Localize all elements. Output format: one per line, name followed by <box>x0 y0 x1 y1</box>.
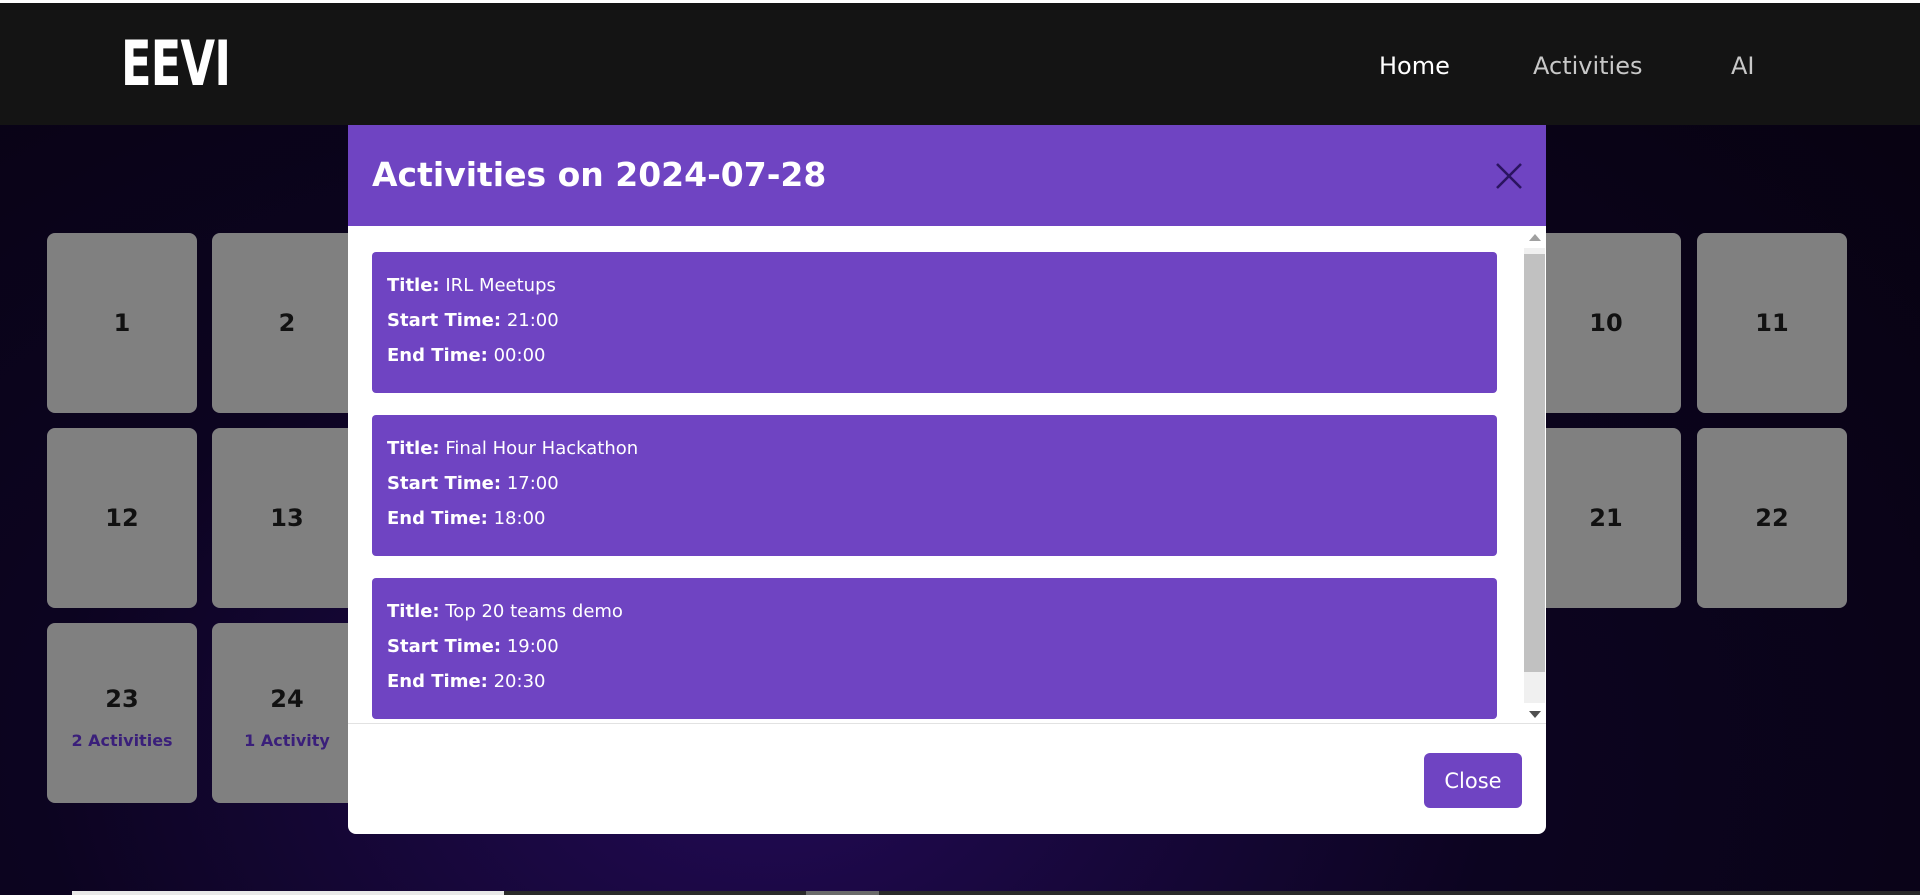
end-time-label: End Time: <box>387 508 488 529</box>
activity-card: Title: Top 20 teams demo Start Time: 19:… <box>372 578 1497 719</box>
horizontal-scrollbar-left <box>72 891 504 895</box>
calendar-day-tile[interactable]: 24 1 Activity <box>212 623 362 803</box>
end-time-label: End Time: <box>387 671 488 692</box>
day-number: 11 <box>1755 309 1789 337</box>
close-icon[interactable] <box>1494 161 1524 191</box>
scroll-down-arrow-icon[interactable] <box>1529 711 1541 718</box>
day-number: 24 <box>270 684 304 713</box>
calendar-day-tile[interactable]: 2 <box>212 233 362 413</box>
activities-modal: Activities on 2024-07-28 Title: IRL Meet… <box>348 125 1546 834</box>
page: EEVI Home Activities AI 1 2 10 11 12 13 … <box>0 0 1920 895</box>
title-label: Title: <box>387 438 440 459</box>
activity-title: IRL Meetups <box>445 275 556 296</box>
logo[interactable]: EEVI <box>121 31 231 97</box>
day-number: 22 <box>1755 504 1789 532</box>
calendar-day-tile[interactable]: 1 <box>47 233 197 413</box>
activity-end-row: End Time: 20:30 <box>387 670 545 694</box>
end-time-label: End Time: <box>387 345 488 366</box>
activity-card: Title: Final Hour Hackathon Start Time: … <box>372 415 1497 556</box>
activity-end-time: 18:00 <box>493 508 546 529</box>
modal-footer-divider <box>348 723 1546 724</box>
horizontal-scrollbar-thumb[interactable] <box>806 891 879 895</box>
modal-header: Activities on 2024-07-28 <box>348 125 1546 226</box>
calendar-day-tile[interactable]: 10 <box>1531 233 1681 413</box>
activity-count: 2 Activities <box>71 730 173 750</box>
day-number: 10 <box>1589 309 1623 337</box>
activity-start-row: Start Time: 21:00 <box>387 309 559 333</box>
calendar-day-tile[interactable]: 22 <box>1697 428 1847 608</box>
calendar-day-tile[interactable]: 12 <box>47 428 197 608</box>
activity-title-row: Title: IRL Meetups <box>387 274 556 298</box>
activity-start-row: Start Time: 19:00 <box>387 635 559 659</box>
calendar-day-tile[interactable]: 23 2 Activities <box>47 623 197 803</box>
start-time-label: Start Time: <box>387 473 502 494</box>
day-number: 12 <box>105 504 139 532</box>
activity-title-row: Title: Top 20 teams demo <box>387 600 623 624</box>
day-number: 13 <box>270 504 304 532</box>
activity-end-time: 00:00 <box>493 345 546 366</box>
start-time-label: Start Time: <box>387 310 502 331</box>
activity-count: 1 Activity <box>244 730 330 750</box>
close-button[interactable]: Close <box>1424 753 1522 808</box>
modal-scrollbar[interactable] <box>1521 230 1546 723</box>
calendar-day-tile[interactable]: 11 <box>1697 233 1847 413</box>
navbar: EEVI Home Activities AI <box>0 3 1920 125</box>
scrollbar-thumb[interactable] <box>1524 254 1545 672</box>
activity-start-time: 19:00 <box>506 636 559 657</box>
activity-end-row: End Time: 00:00 <box>387 344 545 368</box>
modal-title: Activities on 2024-07-28 <box>372 155 827 194</box>
start-time-label: Start Time: <box>387 636 502 657</box>
title-label: Title: <box>387 275 440 296</box>
title-label: Title: <box>387 601 440 622</box>
activity-card: Title: IRL Meetups Start Time: 21:00 End… <box>372 252 1497 393</box>
activity-end-time: 20:30 <box>493 671 546 692</box>
activity-title: Final Hour Hackathon <box>445 438 639 459</box>
day-number: 1 <box>113 309 131 337</box>
activity-list: Title: IRL Meetups Start Time: 21:00 End… <box>348 226 1521 723</box>
activity-start-time: 21:00 <box>506 310 559 331</box>
day-number: 21 <box>1589 504 1623 532</box>
nav-home-link[interactable]: Home <box>1379 51 1450 81</box>
day-number: 23 <box>105 684 139 713</box>
activity-start-time: 17:00 <box>506 473 559 494</box>
activity-title-row: Title: Final Hour Hackathon <box>387 437 638 461</box>
scroll-up-arrow-icon[interactable] <box>1529 234 1541 241</box>
activity-start-row: Start Time: 17:00 <box>387 472 559 496</box>
modal-body: Title: IRL Meetups Start Time: 21:00 End… <box>348 226 1546 834</box>
nav-ai-link[interactable]: AI <box>1731 51 1755 81</box>
nav-activities-link[interactable]: Activities <box>1533 51 1643 81</box>
calendar-day-tile[interactable]: 21 <box>1531 428 1681 608</box>
calendar-day-tile[interactable]: 13 <box>212 428 362 608</box>
day-number: 2 <box>278 309 296 337</box>
activity-end-row: End Time: 18:00 <box>387 507 545 531</box>
activity-title: Top 20 teams demo <box>445 601 623 622</box>
horizontal-scrollbar-track[interactable] <box>504 891 1920 895</box>
